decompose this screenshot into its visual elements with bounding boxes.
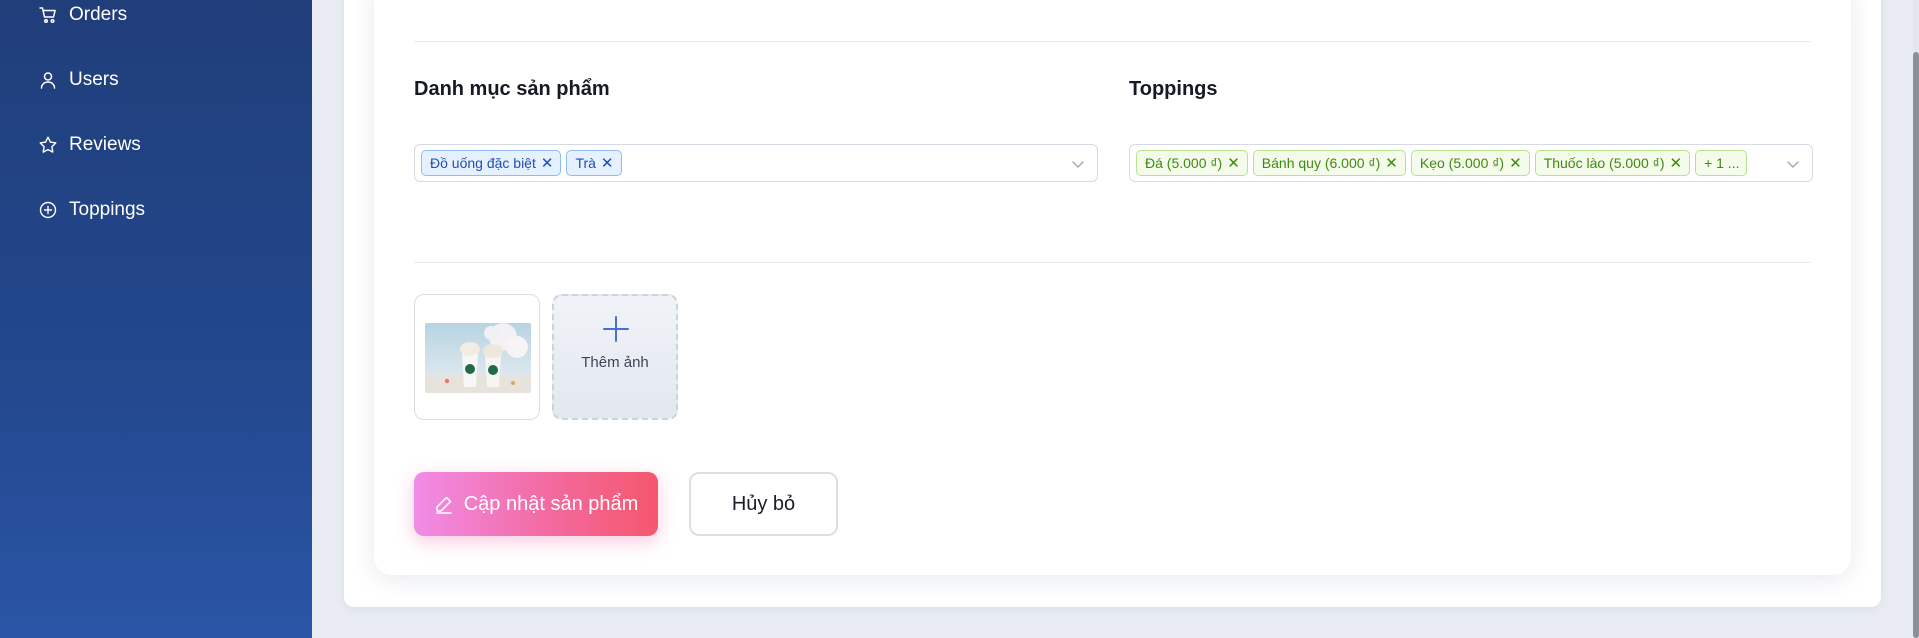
add-image-button[interactable]: Thêm ảnh — [552, 294, 678, 420]
cancel-button[interactable]: Hủy bỏ — [689, 472, 838, 536]
sidebar-item-reviews[interactable]: Reviews — [38, 134, 141, 156]
remove-tag-icon[interactable]: ✕ — [1669, 156, 1682, 171]
plus-icon — [601, 314, 631, 344]
edit-icon — [434, 494, 454, 514]
update-product-button[interactable]: Cập nhật sản phẩm — [414, 472, 658, 536]
topping-tag: Bánh quy (6.000 ₫) ✕ — [1252, 150, 1406, 176]
sidebar-item-label: Users — [69, 69, 119, 90]
product-image — [425, 323, 531, 393]
topping-tag: Kẹo (5.000 ₫) ✕ — [1410, 150, 1530, 176]
product-image-thumbnail[interactable] — [414, 294, 540, 420]
divider — [414, 262, 1811, 263]
sidebar-item-label: Toppings — [69, 199, 146, 220]
star-icon — [38, 135, 58, 155]
chevron-down-icon[interactable] — [1071, 157, 1085, 171]
add-image-label: Thêm ảnh — [581, 354, 649, 371]
remove-tag-icon[interactable]: ✕ — [1227, 156, 1240, 171]
remove-tag-icon[interactable]: ✕ — [1385, 156, 1398, 171]
category-tag: Trà ✕ — [566, 150, 622, 176]
scrollbar-thumb[interactable] — [1913, 52, 1919, 638]
sidebar-item-label: Reviews — [69, 134, 141, 155]
category-tag: Đồ uống đặc biệt ✕ — [421, 150, 562, 176]
category-label: Danh mục sản phẩm — [414, 78, 610, 100]
remove-tag-icon[interactable]: ✕ — [1509, 156, 1522, 171]
topping-tag: Đá (5.000 ₫) ✕ — [1136, 150, 1248, 176]
chevron-down-icon[interactable] — [1786, 157, 1800, 171]
remove-tag-icon[interactable]: ✕ — [541, 156, 554, 171]
topping-tag: Thuốc lào (5.000 ₫) ✕ — [1534, 150, 1691, 176]
more-toppings-tag[interactable]: + 1 ... — [1695, 150, 1748, 176]
plus-circle-icon — [38, 200, 58, 220]
user-icon — [38, 70, 58, 90]
cart-icon — [38, 5, 58, 25]
category-select[interactable]: Đồ uống đặc biệt ✕ Trà ✕ — [414, 144, 1098, 182]
sidebar-item-users[interactable]: Users — [38, 69, 119, 91]
remove-tag-icon[interactable]: ✕ — [601, 156, 614, 171]
toppings-select[interactable]: Đá (5.000 ₫) ✕ Bánh quy (6.000 ₫) ✕ Kẹo … — [1129, 144, 1813, 182]
sidebar-item-orders[interactable]: Orders — [38, 4, 127, 26]
sidebar-item-toppings[interactable]: Toppings — [38, 199, 145, 221]
divider — [414, 41, 1811, 42]
toppings-label: Toppings — [1129, 78, 1218, 100]
sidebar-item-label: Orders — [69, 4, 128, 25]
update-product-label: Cập nhật sản phẩm — [463, 492, 639, 515]
sidebar: Orders Users Reviews Toppings — [0, 0, 312, 638]
